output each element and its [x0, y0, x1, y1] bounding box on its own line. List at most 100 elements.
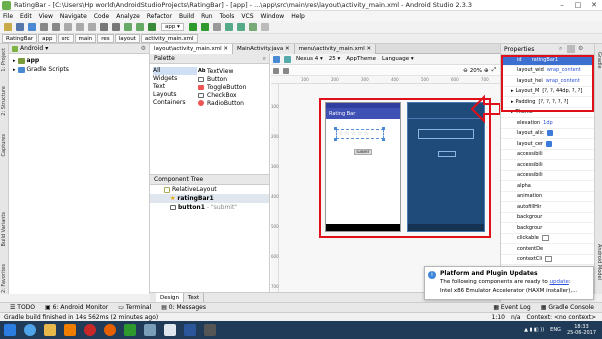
tab-activity-main-layout[interactable]: layout\activity_main.xml ✕ — [150, 43, 234, 54]
gradle-console-tool-tab[interactable]: ▦ Gradle Console — [541, 304, 594, 311]
tree-item-gradle-scripts[interactable]: ▸ Gradle Scripts — [13, 65, 149, 74]
zoom-out-icon[interactable]: ⊖ — [463, 68, 468, 74]
vlc-icon[interactable] — [64, 324, 76, 336]
project-tool-tab[interactable]: 1: Project — [1, 48, 7, 72]
make-icon[interactable] — [148, 23, 156, 31]
tab-main-activity-java[interactable]: MainActivity.java ✕ — [233, 43, 295, 54]
prop-row[interactable]: autofillHir — [501, 202, 594, 213]
maximize-button[interactable]: □ — [570, 0, 586, 10]
prop-row[interactable]: backgrour — [501, 213, 594, 223]
prop-row[interactable]: contentDe — [501, 244, 594, 255]
prop-row[interactable]: layout_alic — [501, 129, 594, 139]
zoom-fit-icon[interactable]: ⤢ — [492, 67, 496, 74]
prop-row[interactable]: layout_cer — [501, 139, 594, 150]
media-icon[interactable] — [144, 324, 156, 336]
palette-cat-containers[interactable]: Containers — [153, 99, 197, 107]
sync-icon[interactable] — [28, 23, 36, 31]
tab-menu-activity-main[interactable]: menu\activity_main.xml ✕ — [294, 43, 377, 54]
checkbox-icon[interactable] — [541, 235, 549, 242]
prop-row[interactable]: backgrour — [501, 223, 594, 234]
device-select[interactable]: Nexus 4 ▾ — [296, 56, 323, 62]
settings-gear-icon[interactable]: ⚙ — [578, 45, 583, 52]
forward-icon[interactable] — [136, 23, 144, 31]
terminal-tool-tab[interactable]: ▭ Terminal — [118, 304, 151, 311]
menu-code[interactable]: Code — [94, 13, 109, 20]
menu-build[interactable]: Build — [179, 13, 194, 20]
blueprint-button[interactable] — [438, 151, 456, 157]
messages-tool-tab[interactable]: ▤ 0: Messages — [161, 304, 206, 311]
run-config-select[interactable]: app ▾ — [161, 23, 184, 31]
close-button[interactable]: ✕ — [586, 0, 602, 10]
ie-icon[interactable] — [24, 324, 36, 336]
palette-cat-all[interactable]: All — [153, 67, 197, 75]
crumb-file[interactable]: activity_main.xml — [140, 34, 198, 43]
context-indicator[interactable]: Context: <no context> — [527, 314, 596, 321]
menu-window[interactable]: Window — [261, 13, 285, 20]
menu-edit[interactable]: Edit — [20, 13, 32, 20]
run-icon[interactable] — [188, 23, 197, 31]
copy-icon[interactable] — [76, 23, 84, 31]
crumb-project[interactable]: RatingBar — [2, 34, 38, 43]
prop-row[interactable]: contextCli — [501, 255, 594, 265]
help-icon[interactable] — [260, 23, 269, 31]
update-notification[interactable]: i Platform and Plugin Updates The follow… — [424, 266, 594, 300]
gradle-tool-tab[interactable]: Gradle — [596, 52, 602, 69]
android-monitor-tool-tab[interactable]: ▣ 6: Android Monitor — [45, 304, 108, 311]
menu-navigate[interactable]: Navigate — [60, 13, 87, 20]
menu-run[interactable]: Run — [201, 13, 213, 20]
tab-text[interactable]: Text — [184, 292, 205, 303]
cursor-position[interactable]: 1:10 — [492, 314, 505, 321]
eye-icon[interactable] — [273, 67, 279, 74]
crumb-app[interactable]: app — [38, 34, 57, 43]
find-icon[interactable] — [100, 23, 108, 31]
settings-gear-icon[interactable]: ⚙ — [141, 45, 146, 52]
undo-icon[interactable] — [40, 23, 48, 31]
menu-view[interactable]: View — [39, 13, 53, 20]
magnet-icon[interactable] — [283, 67, 289, 74]
resize-handle[interactable] — [382, 138, 385, 141]
crumb-main[interactable]: main — [74, 34, 97, 43]
prop-row[interactable]: elevation 1dp — [501, 118, 594, 129]
palette-item-radiobutton[interactable]: RadioButton — [198, 99, 268, 107]
android-studio-task-icon[interactable] — [124, 324, 136, 336]
prop-row[interactable]: clickable — [501, 234, 594, 244]
blueprint-ratingbar[interactable] — [418, 129, 474, 139]
crumb-layout[interactable]: layout — [114, 34, 140, 43]
minimize-button[interactable]: – — [554, 0, 570, 10]
palette-item-textview[interactable]: Ab TextView — [198, 67, 268, 75]
resize-handle[interactable] — [334, 127, 337, 130]
menu-help[interactable]: Help — [291, 13, 305, 20]
save-icon[interactable] — [16, 23, 24, 31]
todo-tool-tab[interactable]: ☰ TODO — [10, 304, 35, 311]
search-icon[interactable]: ⌕ — [559, 45, 562, 53]
checkbox-checked-icon[interactable] — [545, 140, 552, 147]
palette-item-togglebutton[interactable]: ToggleButton — [198, 83, 268, 91]
prop-row[interactable]: accessibili — [501, 150, 594, 160]
project-view-select[interactable]: Android — [20, 45, 43, 52]
language-select[interactable]: Language ▾ — [382, 56, 414, 62]
word-icon[interactable] — [184, 324, 196, 336]
toggle-view-icon[interactable] — [567, 45, 575, 53]
submit-button-preview[interactable]: SUBMIT — [354, 149, 372, 155]
android-model-tool-tab[interactable]: Android Model — [596, 244, 602, 280]
prop-row[interactable]: accessibili — [501, 171, 594, 181]
crumb-src[interactable]: src — [57, 34, 74, 43]
tree-node-ratingbar[interactable]: ★ ratingBar1 — [150, 194, 269, 203]
replace-icon[interactable] — [112, 23, 120, 31]
menu-file[interactable]: File — [3, 13, 13, 20]
paste-icon[interactable] — [88, 23, 96, 31]
sdk-manager-icon[interactable] — [236, 23, 245, 31]
redo-icon[interactable] — [52, 23, 60, 31]
layers-icon[interactable] — [273, 55, 280, 63]
api-select[interactable]: 25 ▾ — [329, 56, 341, 62]
language-indicator[interactable]: ENG — [550, 327, 561, 333]
back-icon[interactable] — [124, 23, 132, 31]
captures-tool-tab[interactable]: Captures — [1, 134, 7, 157]
debug-icon[interactable] — [200, 23, 209, 31]
prop-row[interactable]: accessibili — [501, 160, 594, 171]
cut-icon[interactable] — [64, 23, 72, 31]
crumb-res[interactable]: res — [97, 34, 114, 43]
android-device-icon[interactable] — [248, 23, 257, 31]
menu-tools[interactable]: Tools — [220, 13, 235, 20]
resize-handle[interactable] — [334, 138, 337, 141]
